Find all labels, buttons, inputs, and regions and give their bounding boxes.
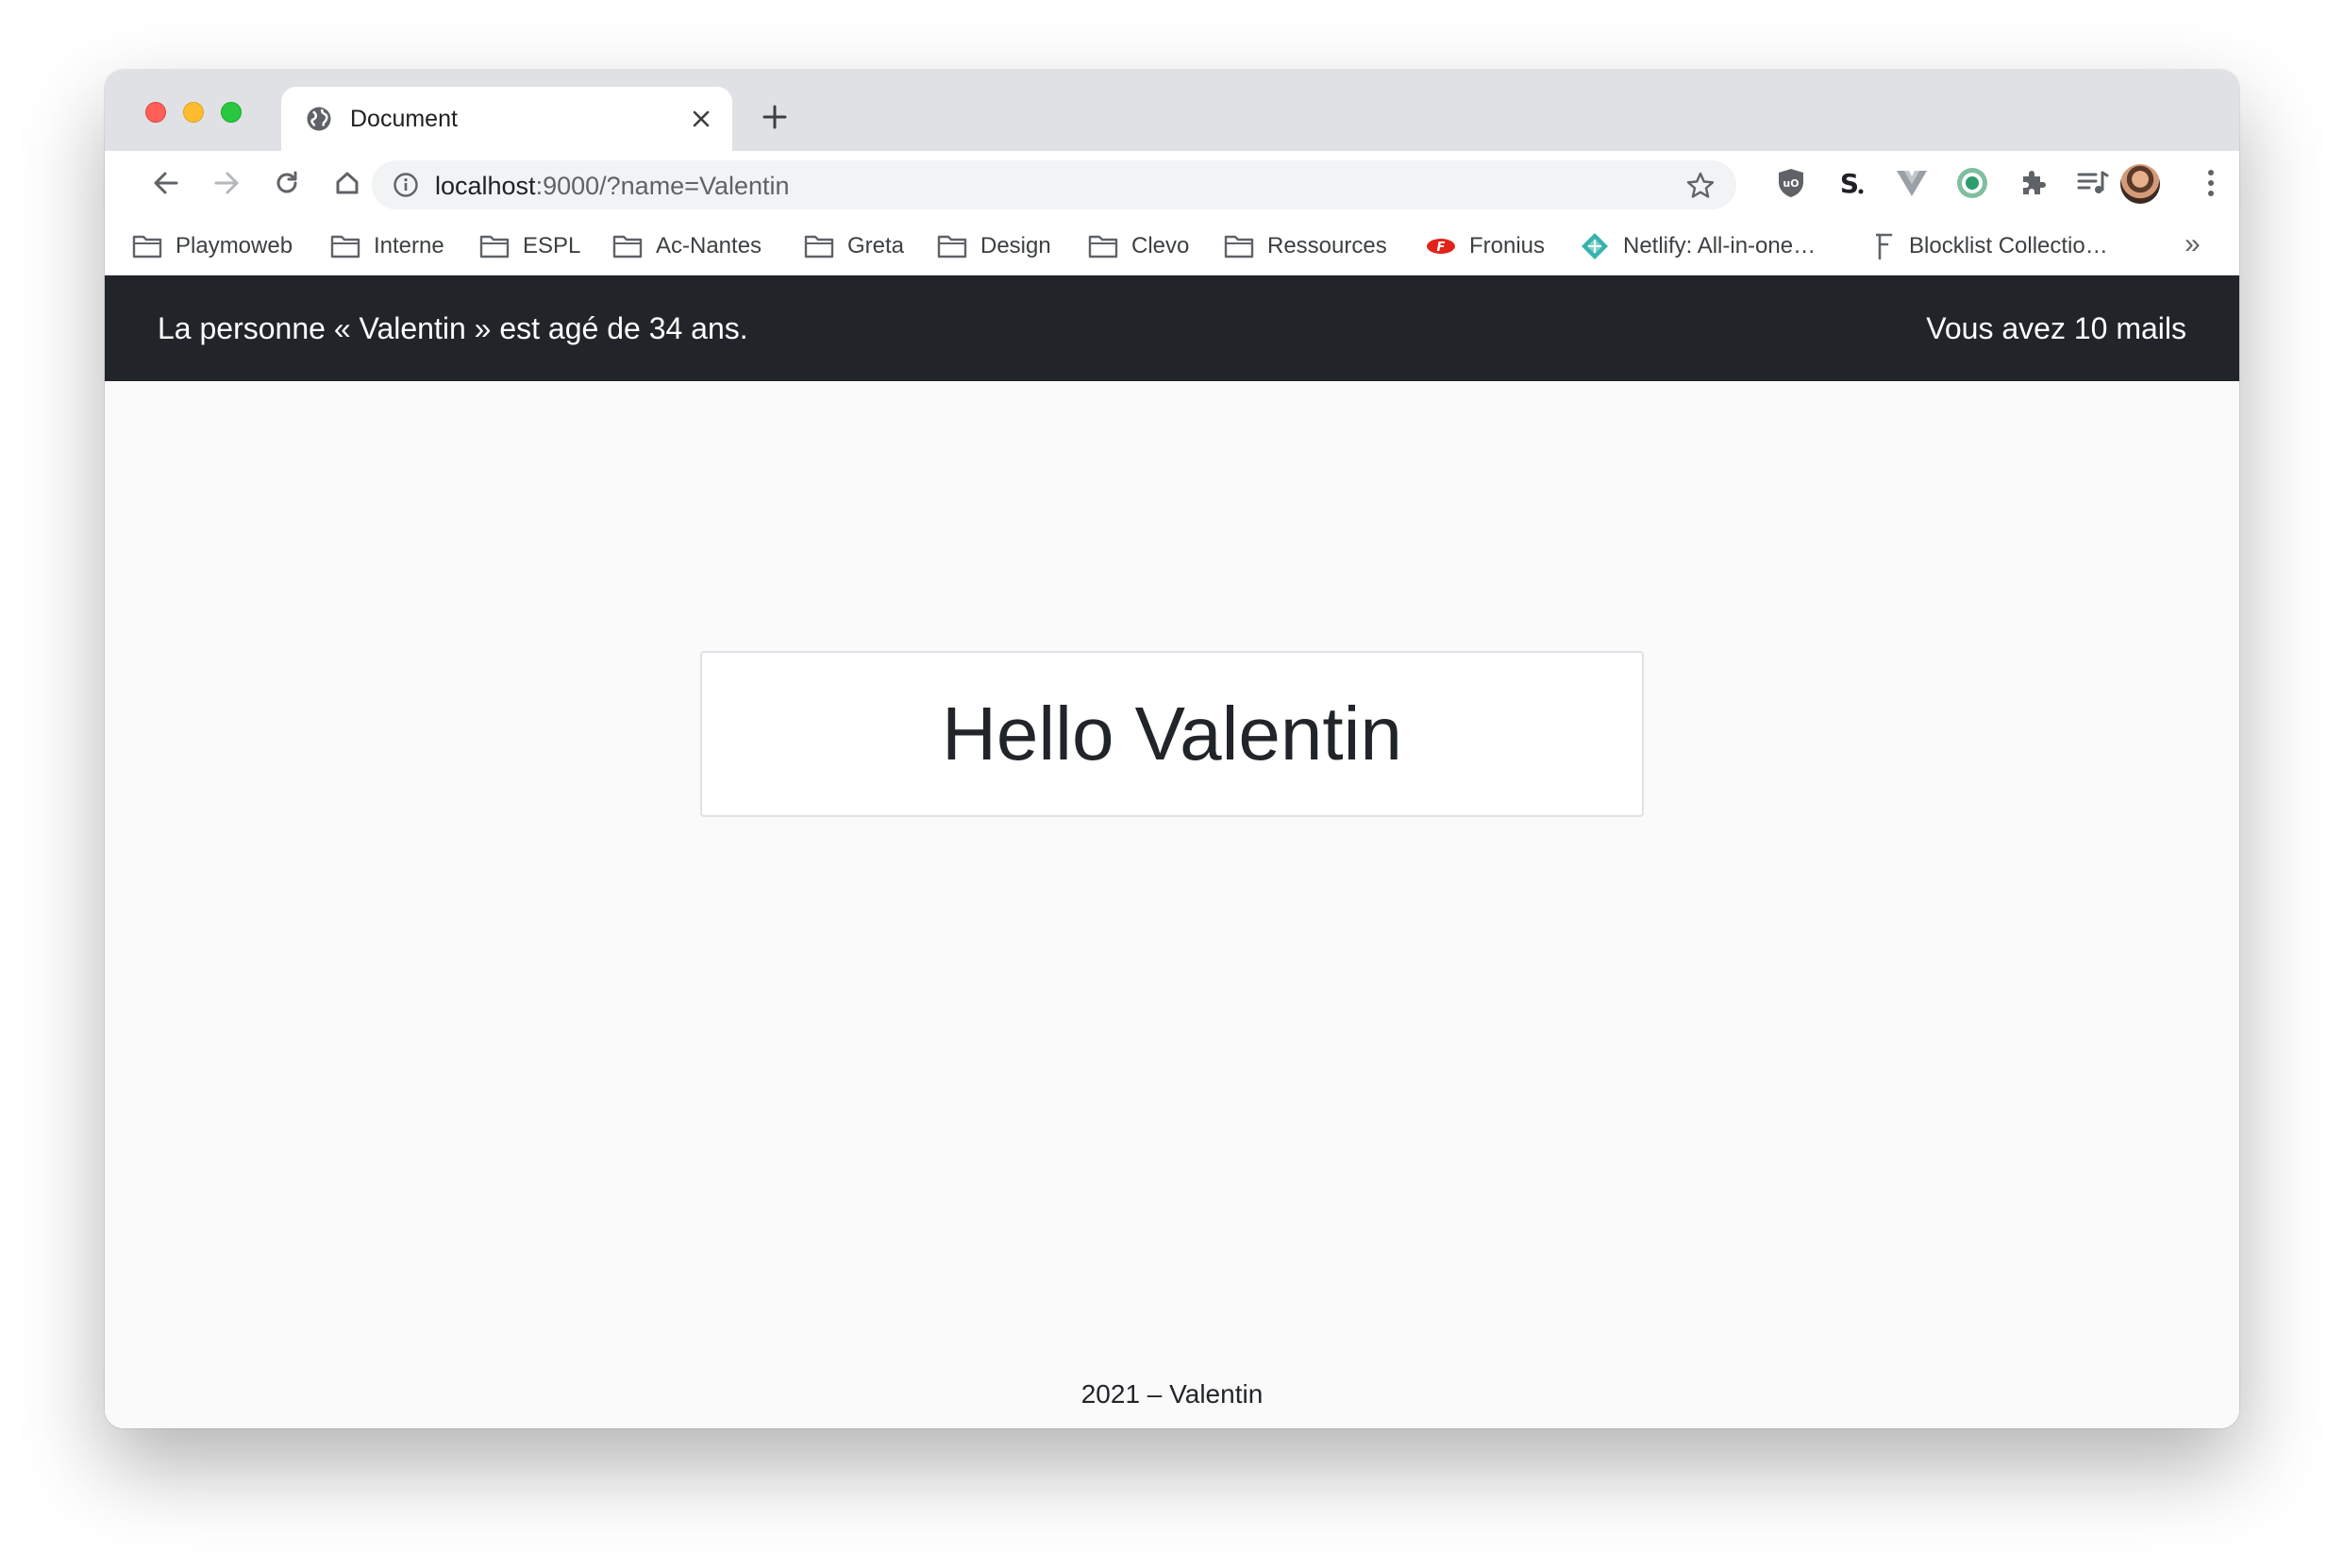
vue-devtools-extension-button[interactable] — [1893, 164, 1931, 202]
bookmark-label: Design — [980, 233, 1051, 259]
bookmark-netlify[interactable]: Netlify: All-in-one… — [1580, 230, 1816, 262]
greeting-heading: Hello Valentin — [942, 692, 1402, 776]
page-footer: 2021 – Valentin — [1080, 1379, 1264, 1409]
folder-icon — [804, 235, 834, 259]
folder-icon — [330, 235, 360, 259]
zoom-window-button[interactable] — [221, 102, 242, 123]
folder-icon — [1224, 235, 1254, 259]
browser-toolbar: localhost:9000/?name=Valentin uO S — [105, 151, 2239, 215]
arrow-right-icon — [214, 172, 239, 194]
bookmark-label: Blocklist Collectio… — [1909, 233, 2108, 259]
address-bar[interactable]: localhost:9000/?name=Valentin — [372, 160, 1736, 209]
folder-icon — [612, 235, 643, 259]
mail-count-text: Vous avez 10 mails — [1926, 311, 2186, 345]
bookmark-folder-ressources[interactable]: Ressources — [1224, 230, 1387, 262]
plus-icon — [762, 105, 787, 129]
fronius-logo-icon: F — [1427, 239, 1455, 255]
s-extension-button[interactable]: S — [1833, 164, 1870, 202]
more-vertical-icon — [2208, 170, 2214, 196]
ublock-extension-button[interactable]: uO — [1772, 164, 1810, 202]
close-tab-button[interactable] — [685, 103, 717, 135]
vue-logo-icon — [1897, 171, 1927, 196]
bookmark-label: Fronius — [1469, 233, 1546, 259]
bookmark-blocklist[interactable]: Blocklist Collectio… — [1873, 230, 2108, 262]
reload-button[interactable] — [266, 162, 308, 204]
profile-avatar[interactable] — [2120, 164, 2160, 204]
url-path: :9000/?name=Valentin — [535, 172, 790, 200]
reload-icon — [276, 171, 297, 193]
new-tab-button[interactable] — [756, 98, 794, 136]
forward-button[interactable] — [206, 162, 247, 204]
bookmark-folder-ac-nantes[interactable]: Ac-Nantes — [612, 230, 762, 262]
svg-text:F: F — [1437, 241, 1446, 255]
bookmark-label: ESPL — [523, 233, 581, 259]
tab-strip: Document — [105, 70, 2239, 151]
bookmark-label: Clevo — [1131, 233, 1190, 259]
bookmark-folder-interne[interactable]: Interne — [330, 230, 444, 262]
more-bookmarks-button[interactable]: » — [2185, 228, 2201, 260]
shield-icon: uO — [1779, 169, 1803, 197]
folder-icon — [1088, 235, 1118, 259]
green-extension-button[interactable] — [1953, 164, 1991, 202]
browser-menu-button[interactable] — [2197, 164, 2225, 202]
info-icon[interactable] — [393, 172, 419, 198]
svg-text:uO: uO — [1783, 177, 1799, 190]
close-window-button[interactable] — [145, 102, 166, 123]
svg-text:S: S — [1840, 168, 1859, 199]
bookmark-folder-design[interactable]: Design — [937, 230, 1051, 262]
bookmark-folder-greta[interactable]: Greta — [804, 230, 904, 262]
bookmark-star-icon[interactable] — [1685, 171, 1716, 201]
target-icon — [1957, 168, 1987, 198]
playlist-icon — [2077, 171, 2109, 193]
browser-window: Document localhost:9000/?name=Valentin u… — [105, 70, 2239, 1428]
bookmark-folder-clevo[interactable]: Clevo — [1088, 230, 1189, 262]
bookmark-label: Interne — [374, 233, 444, 259]
page-content: La personne « Valentin » est agé de 34 a… — [105, 275, 2239, 1428]
url-text[interactable]: localhost:9000/?name=Valentin — [435, 172, 790, 200]
extensions-menu-button[interactable] — [2014, 164, 2051, 202]
tab-document[interactable]: Document — [281, 87, 732, 151]
greeting-card: Hello Valentin — [700, 651, 1644, 817]
person-age-text: La personne « Valentin » est agé de 34 a… — [158, 311, 748, 345]
blocklist-logo-icon — [1876, 233, 1893, 260]
folder-icon — [937, 235, 967, 259]
back-button[interactable] — [145, 162, 187, 204]
url-host: localhost — [435, 172, 536, 200]
arrow-left-icon — [154, 172, 178, 194]
bookmark-label: Ressources — [1267, 233, 1387, 259]
bookmark-label: Ac-Nantes — [656, 233, 762, 259]
minimize-window-button[interactable] — [183, 102, 204, 123]
bookmark-folder-espl[interactable]: ESPL — [479, 230, 580, 262]
netlify-logo-icon — [1582, 233, 1608, 259]
folder-icon — [479, 235, 510, 259]
bookmark-label: Playmoweb — [176, 233, 293, 259]
bookmark-label: Netlify: All-in-one… — [1623, 233, 1817, 259]
home-icon — [336, 172, 359, 194]
bookmark-label: Greta — [847, 233, 905, 259]
media-controls-button[interactable] — [2074, 164, 2112, 202]
top-navbar: La personne « Valentin » est agé de 34 a… — [105, 275, 2239, 381]
bookmarks-bar: Playmoweb Interne ESPL Ac-Nantes Greta D… — [105, 215, 2239, 275]
bookmark-folder-playmoweb[interactable]: Playmoweb — [132, 230, 293, 262]
s-logo-icon: S — [1840, 168, 1864, 199]
folder-icon — [132, 235, 162, 259]
home-button[interactable] — [326, 162, 368, 204]
globe-icon — [307, 107, 331, 131]
puzzle-icon — [2023, 171, 2046, 194]
close-icon — [693, 110, 710, 127]
bookmark-fronius[interactable]: F Fronius — [1426, 230, 1545, 262]
tab-title: Document — [350, 106, 458, 132]
